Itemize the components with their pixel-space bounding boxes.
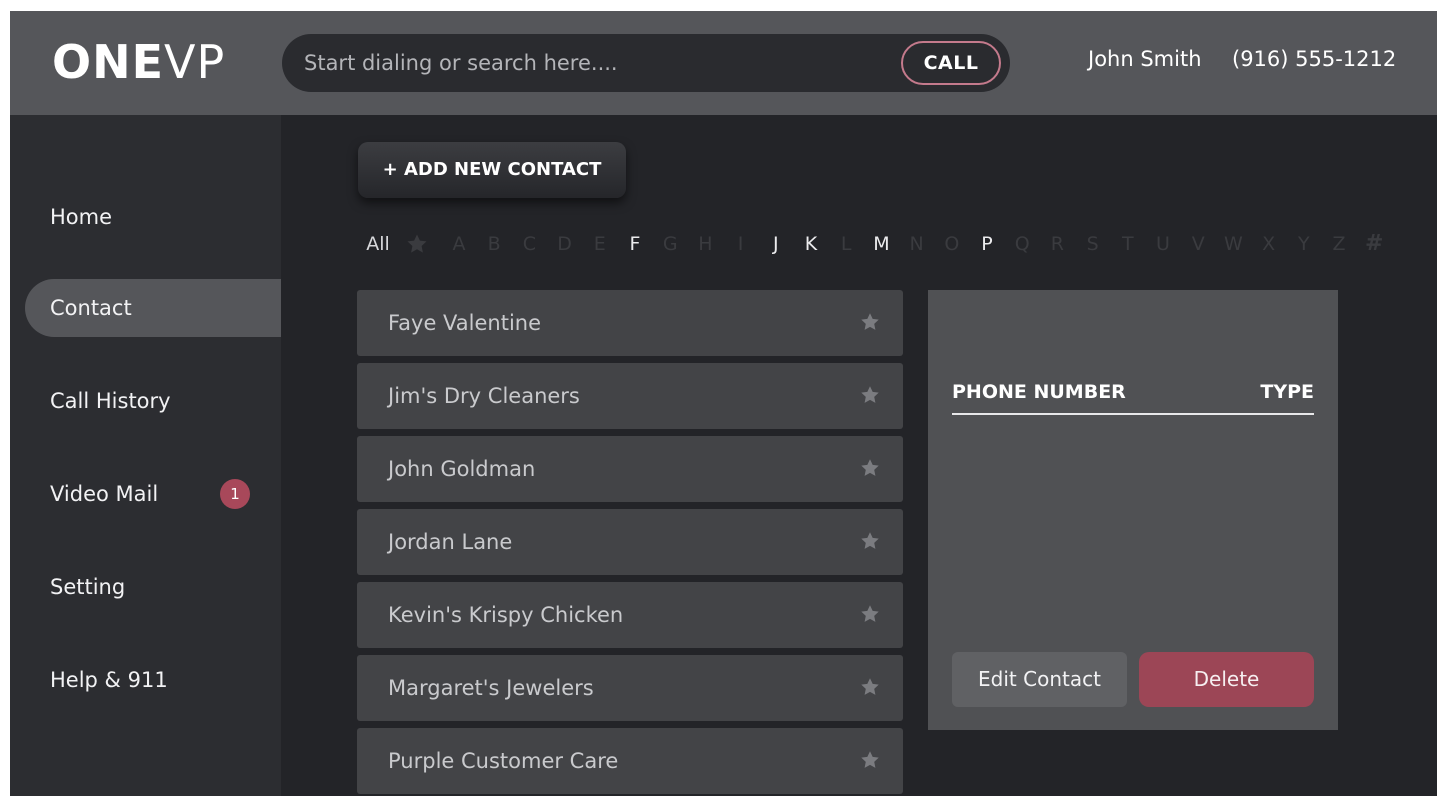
- filter-letter-w[interactable]: W: [1218, 229, 1248, 259]
- column-header-type: TYPE: [1260, 381, 1314, 403]
- filter-letter-h[interactable]: H: [690, 229, 720, 259]
- contact-name: Faye Valentine: [388, 311, 542, 335]
- filter-letter-c[interactable]: C: [514, 229, 544, 259]
- top-bar: ONEVP CALL John Smith (916) 555-1212: [10, 11, 1437, 115]
- edit-contact-button[interactable]: Edit Contact: [952, 652, 1127, 707]
- filter-letter-j[interactable]: J: [761, 229, 791, 259]
- filter-letter-b[interactable]: B: [479, 229, 509, 259]
- favorite-star-icon[interactable]: [859, 384, 881, 406]
- delete-button[interactable]: Delete: [1139, 652, 1314, 707]
- contact-name: Kevin's Krispy Chicken: [388, 603, 624, 627]
- filter-letter-d[interactable]: D: [550, 229, 580, 259]
- contact-name: Jordan Lane: [388, 530, 513, 554]
- logo-bold-text: ONE: [52, 35, 165, 89]
- filter-letter-u[interactable]: U: [1148, 229, 1178, 259]
- filter-letter-p[interactable]: P: [972, 229, 1002, 259]
- filter-letter-hash[interactable]: #: [1359, 229, 1389, 259]
- filter-letter-z[interactable]: Z: [1324, 229, 1354, 259]
- favorite-star-icon[interactable]: [859, 530, 881, 552]
- search-input[interactable]: [304, 34, 884, 92]
- filter-letter-n[interactable]: N: [902, 229, 932, 259]
- filter-letter-r[interactable]: R: [1042, 229, 1072, 259]
- sidebar-item-video-mail[interactable]: Video Mail 1: [10, 465, 281, 523]
- add-new-contact-button[interactable]: + ADD NEW CONTACT: [358, 142, 626, 198]
- contact-detail-panel: PHONE NUMBER TYPE Edit Contact Delete: [928, 290, 1338, 730]
- filter-letter-o[interactable]: O: [937, 229, 967, 259]
- filter-all[interactable]: All: [360, 229, 396, 259]
- sidebar-item-setting[interactable]: Setting: [10, 558, 281, 616]
- app-window: ONEVP CALL John Smith (916) 555-1212 Hom…: [10, 11, 1437, 796]
- sidebar-item-home[interactable]: Home: [10, 188, 281, 246]
- contact-name: Jim's Dry Cleaners: [388, 384, 580, 408]
- filter-letter-x[interactable]: X: [1254, 229, 1284, 259]
- video-mail-count-badge: 1: [220, 479, 250, 509]
- alphabet-filter: All A B C D E F G H I J K L M N O P Q R S T U V W X Y Z #: [360, 229, 1420, 259]
- logo-thin-text: VP: [164, 35, 226, 89]
- favorite-star-icon[interactable]: [859, 457, 881, 479]
- favorites-filter-star-icon[interactable]: [404, 228, 430, 258]
- filter-letter-q[interactable]: Q: [1007, 229, 1037, 259]
- filter-letter-f[interactable]: F: [620, 229, 650, 259]
- onevp-logo: ONEVP: [52, 33, 225, 91]
- contact-row[interactable]: Jim's Dry Cleaners: [357, 363, 903, 429]
- sidebar-item-label: Home: [50, 205, 113, 229]
- filter-letter-k[interactable]: K: [796, 229, 826, 259]
- filter-letter-a[interactable]: A: [444, 229, 474, 259]
- header-divider: [952, 413, 1314, 415]
- filter-letter-m[interactable]: M: [866, 229, 896, 259]
- contact-name: Purple Customer Care: [388, 749, 619, 773]
- sidebar-item-label: Video Mail: [50, 482, 159, 506]
- user-name: John Smith: [1088, 47, 1202, 71]
- contact-name: Margaret's Jewelers: [388, 676, 594, 700]
- sidebar-item-help-911[interactable]: Help & 911: [10, 651, 281, 709]
- contact-row[interactable]: Margaret's Jewelers: [357, 655, 903, 721]
- user-phone-number: (916) 555-1212: [1232, 47, 1397, 71]
- contact-row[interactable]: Kevin's Krispy Chicken: [357, 582, 903, 648]
- filter-letter-e[interactable]: E: [585, 229, 615, 259]
- contact-row[interactable]: John Goldman: [357, 436, 903, 502]
- sidebar-item-call-history[interactable]: Call History: [10, 372, 281, 430]
- favorite-star-icon[interactable]: [859, 749, 881, 771]
- sidebar: Home Contact Call History Video Mail 1 S…: [10, 115, 281, 796]
- sidebar-item-label: Call History: [50, 389, 171, 413]
- filter-letter-g[interactable]: G: [655, 229, 685, 259]
- filter-letter-i[interactable]: I: [726, 229, 756, 259]
- filter-letter-l[interactable]: L: [831, 229, 861, 259]
- search-bar: CALL: [282, 34, 1010, 92]
- sidebar-item-label: Help & 911: [50, 668, 168, 692]
- filter-letter-t[interactable]: T: [1113, 229, 1143, 259]
- contact-row[interactable]: Purple Customer Care: [357, 728, 903, 794]
- favorite-star-icon[interactable]: [859, 311, 881, 333]
- contact-row[interactable]: Faye Valentine: [357, 290, 903, 356]
- column-header-phone-number: PHONE NUMBER: [952, 381, 1126, 403]
- filter-letter-s[interactable]: S: [1078, 229, 1108, 259]
- favorite-star-icon[interactable]: [859, 603, 881, 625]
- contact-name: John Goldman: [388, 457, 536, 481]
- filter-letter-v[interactable]: V: [1183, 229, 1213, 259]
- sidebar-item-label: Contact: [50, 296, 132, 320]
- call-button[interactable]: CALL: [901, 41, 1001, 85]
- favorite-star-icon[interactable]: [859, 676, 881, 698]
- contact-row[interactable]: Jordan Lane: [357, 509, 903, 575]
- sidebar-item-contact[interactable]: Contact: [25, 279, 281, 337]
- sidebar-item-label: Setting: [50, 575, 126, 599]
- filter-letter-y[interactable]: Y: [1289, 229, 1319, 259]
